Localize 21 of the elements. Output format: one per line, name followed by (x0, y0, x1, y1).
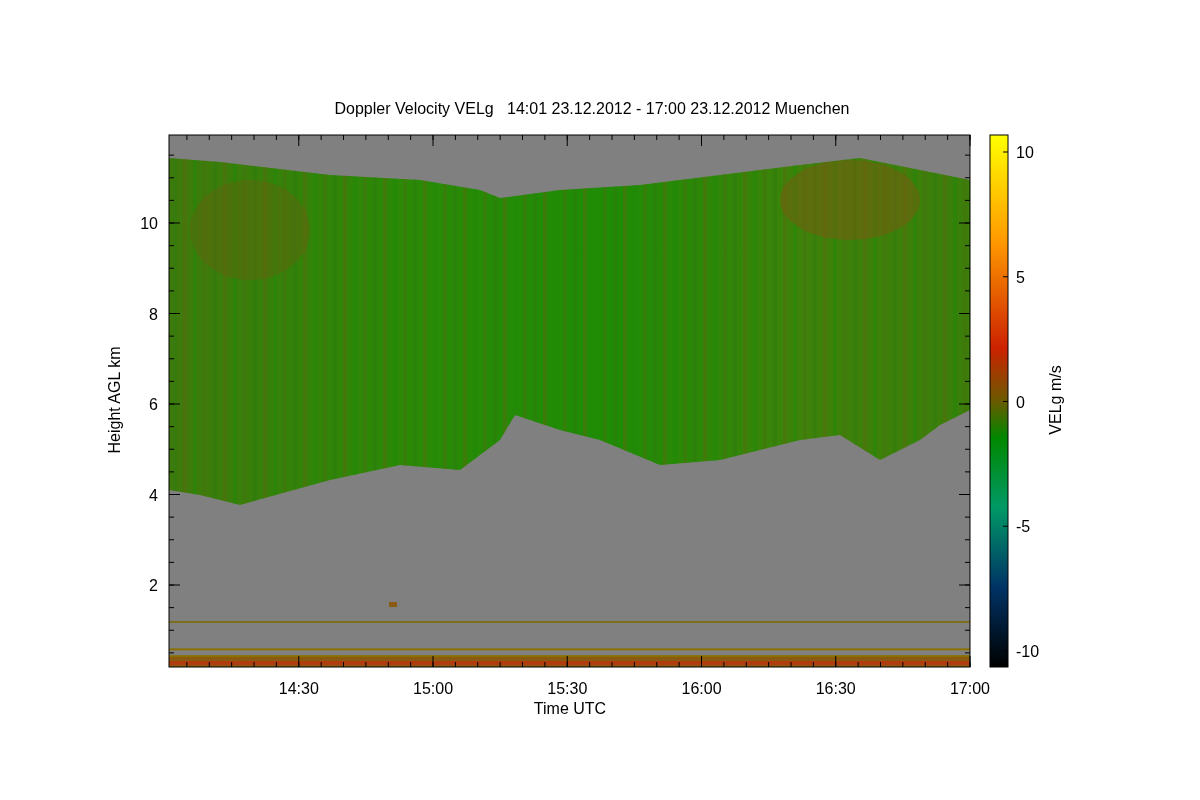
y-axis-label: Height AGL km (106, 346, 123, 454)
x-tick-label: 16:30 (815, 680, 856, 697)
y-tick-label: 6 (149, 396, 158, 413)
colorbar-tick-label: -5 (1016, 518, 1031, 536)
x-tick-label: 15:00 (413, 680, 454, 697)
colorbar-tick-label: 10 (1016, 144, 1034, 161)
y-tick-label: 4 (149, 486, 158, 504)
colorbar-label: VELg m/s (1047, 365, 1064, 435)
colorbar-tick-label: -10 (1016, 643, 1040, 660)
y-tick-label: 2 (149, 577, 158, 594)
chart-title: Doppler Velocity VELg 14:01 23.12.2012 - 17:00 23.12.2012 Muenchen (334, 100, 850, 117)
x-tick-label: 17:00 (950, 680, 990, 697)
x-tick-label: 16:00 (681, 680, 722, 697)
x-axis-label: Time UTC (533, 700, 607, 717)
x-tick-label: 14:30 (278, 680, 319, 697)
y-tick-label: 10 (140, 215, 158, 232)
colorbar-tick-label: 0 (1016, 393, 1025, 411)
echo-speck (389, 602, 397, 607)
y-tick-label: 8 (149, 305, 158, 323)
colorbar-tick-label: 5 (1016, 268, 1025, 286)
x-tick-label: 15:30 (547, 680, 588, 697)
